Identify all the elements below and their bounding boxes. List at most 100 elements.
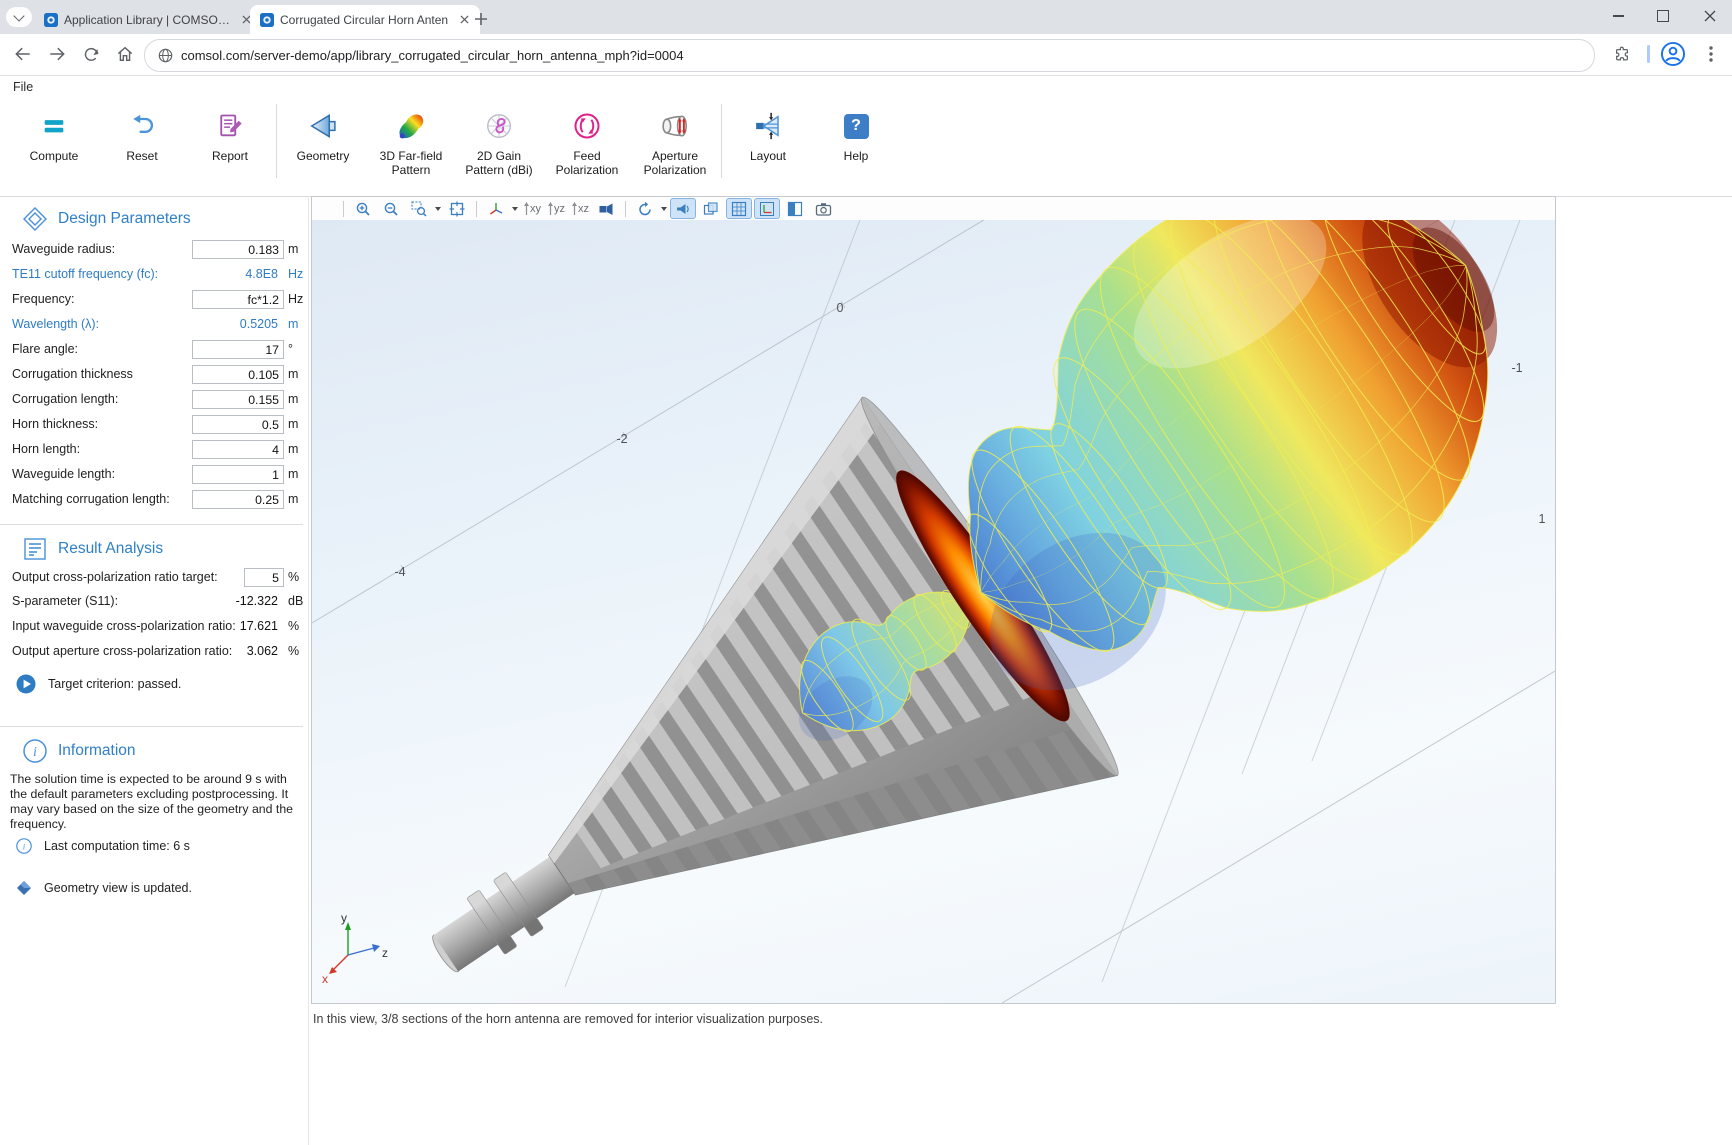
matching-corrugation-length-input[interactable] bbox=[192, 490, 284, 509]
view-dropdown[interactable] bbox=[512, 207, 518, 211]
horn-thickness-input[interactable] bbox=[192, 415, 284, 434]
rotate-button[interactable] bbox=[632, 198, 658, 219]
new-tab-button[interactable] bbox=[470, 8, 492, 30]
transparency-button[interactable] bbox=[698, 198, 724, 219]
result-row: S-parameter (S11): -12.322 dB bbox=[12, 592, 303, 612]
zoom-in-icon bbox=[355, 201, 371, 217]
default-view-button[interactable] bbox=[483, 198, 509, 219]
help-icon: ? bbox=[844, 114, 869, 139]
window-minimize-button[interactable] bbox=[1598, 0, 1638, 32]
compute-button[interactable]: Compute bbox=[10, 100, 98, 188]
view-xz-button[interactable]: xz bbox=[568, 202, 592, 215]
tab-application-library[interactable]: Application Library | COMSOL S bbox=[34, 5, 262, 34]
profile-avatar[interactable] bbox=[1660, 41, 1686, 67]
projection-icon bbox=[598, 201, 614, 217]
toolbar-separator bbox=[343, 201, 344, 217]
zoom-out-icon bbox=[383, 201, 399, 217]
param-row: Corrugation thickness m bbox=[12, 365, 303, 385]
reload-icon bbox=[82, 45, 101, 64]
back-icon bbox=[13, 44, 33, 64]
svg-text:0: 0 bbox=[837, 301, 844, 315]
graphics-3d-view[interactable]: 0 -2 -4 0 -1 1 bbox=[312, 220, 1555, 1003]
show-axes-button[interactable] bbox=[754, 198, 780, 219]
tab-corrugated-horn[interactable]: Corrugated Circular Horn Anten bbox=[250, 5, 480, 34]
horn-antenna-model bbox=[313, 220, 1555, 1003]
waveguide-radius-input[interactable] bbox=[192, 240, 284, 259]
waveguide-length-input[interactable] bbox=[192, 465, 284, 484]
comsol-favicon bbox=[260, 13, 274, 27]
url-text: comsol.com/server-demo/app/library_corru… bbox=[181, 48, 684, 63]
section-divider bbox=[0, 524, 303, 525]
projection-button[interactable] bbox=[593, 198, 619, 219]
view-xy-button[interactable]: xy bbox=[520, 202, 544, 215]
zoom-out-button[interactable] bbox=[378, 198, 404, 219]
show-grid-button[interactable] bbox=[726, 198, 752, 219]
result-row: Output aperture cross-polarization ratio… bbox=[12, 642, 303, 662]
result-row: Input waveguide cross-polarization ratio… bbox=[12, 617, 303, 637]
zoom-box-dropdown[interactable] bbox=[435, 207, 441, 211]
feed-polarization-button[interactable]: Feed Polarization bbox=[543, 100, 631, 188]
browser-menu-button[interactable] bbox=[1698, 40, 1724, 68]
maximize-icon bbox=[1657, 10, 1669, 22]
toolbar-separator bbox=[721, 104, 722, 178]
zoom-extents-button[interactable] bbox=[444, 198, 470, 219]
layout-button[interactable]: Layout bbox=[724, 100, 812, 188]
compute-icon bbox=[40, 106, 68, 146]
graphics-toolbar: xy yz xz bbox=[338, 198, 837, 219]
tab-title: Application Library | COMSOL S bbox=[64, 13, 232, 27]
report-button[interactable]: Report bbox=[186, 100, 274, 188]
home-button[interactable] bbox=[110, 39, 140, 69]
site-info-icon[interactable] bbox=[158, 48, 173, 63]
address-bar[interactable]: comsol.com/server-demo/app/library_corru… bbox=[144, 39, 1595, 72]
reload-button[interactable] bbox=[76, 39, 106, 69]
cross-polarization-target-input[interactable] bbox=[244, 568, 284, 587]
svg-text:x: x bbox=[322, 972, 328, 986]
rotate-dropdown[interactable] bbox=[661, 207, 667, 211]
snapshot-button[interactable] bbox=[810, 198, 836, 219]
gain-pattern-2d-button[interactable]: 2D Gain Pattern (dBi) bbox=[455, 100, 543, 188]
forward-button[interactable] bbox=[42, 39, 72, 69]
info-small-icon: i bbox=[16, 838, 32, 854]
tab-search-button[interactable] bbox=[6, 7, 32, 27]
result-analysis-icon bbox=[22, 536, 48, 562]
gain-pattern-2d-icon bbox=[484, 106, 514, 146]
param-row: Wavelength (λ): 0.5205 m bbox=[12, 315, 303, 335]
flare-angle-input[interactable] bbox=[192, 340, 284, 359]
far-field-3d-button[interactable]: 3D Far-field Pattern bbox=[367, 100, 455, 188]
corrugation-length-input[interactable] bbox=[192, 390, 284, 409]
param-row: Flare angle: ° bbox=[12, 340, 303, 360]
window-close-button[interactable] bbox=[1690, 0, 1730, 32]
show-plot-button[interactable] bbox=[670, 198, 696, 219]
svg-text:-2: -2 bbox=[616, 432, 627, 446]
extensions-button[interactable] bbox=[1608, 40, 1636, 68]
chevron-down-icon bbox=[13, 10, 24, 21]
svg-text:-4: -4 bbox=[394, 565, 405, 579]
geometry-status-row: Geometry view is updated. bbox=[16, 880, 192, 896]
back-button[interactable] bbox=[8, 39, 38, 69]
aperture-polarization-icon bbox=[660, 106, 690, 146]
toolbar-separator bbox=[625, 201, 626, 217]
up-arrow-icon bbox=[571, 202, 578, 215]
param-row: Horn length: m bbox=[12, 440, 303, 460]
window-maximize-button[interactable] bbox=[1643, 0, 1683, 32]
up-arrow-icon bbox=[547, 202, 554, 215]
puzzle-icon bbox=[1613, 45, 1631, 63]
horn-length-input[interactable] bbox=[192, 440, 284, 459]
side-panel-divider bbox=[1647, 45, 1650, 63]
invert-background-button[interactable] bbox=[782, 198, 808, 219]
design-parameters-icon bbox=[22, 206, 48, 232]
reset-button[interactable]: Reset bbox=[98, 100, 186, 188]
geometry-button[interactable]: Geometry bbox=[279, 100, 367, 188]
view-yz-button[interactable]: yz bbox=[544, 202, 568, 215]
frequency-input[interactable] bbox=[192, 290, 284, 309]
zoom-box-button[interactable] bbox=[406, 198, 432, 219]
aperture-polarization-button[interactable]: Aperture Polarization bbox=[631, 100, 719, 188]
geometry-diamond-icon bbox=[16, 880, 32, 896]
forward-icon bbox=[47, 44, 67, 64]
zoom-in-button[interactable] bbox=[350, 198, 376, 219]
information-note: The solution time is expected to be arou… bbox=[10, 772, 296, 832]
file-menu[interactable]: File bbox=[13, 80, 33, 94]
corrugation-thickness-input[interactable] bbox=[192, 365, 284, 384]
param-row: Horn thickness: m bbox=[12, 415, 303, 435]
help-button[interactable]: ? Help bbox=[812, 100, 900, 188]
